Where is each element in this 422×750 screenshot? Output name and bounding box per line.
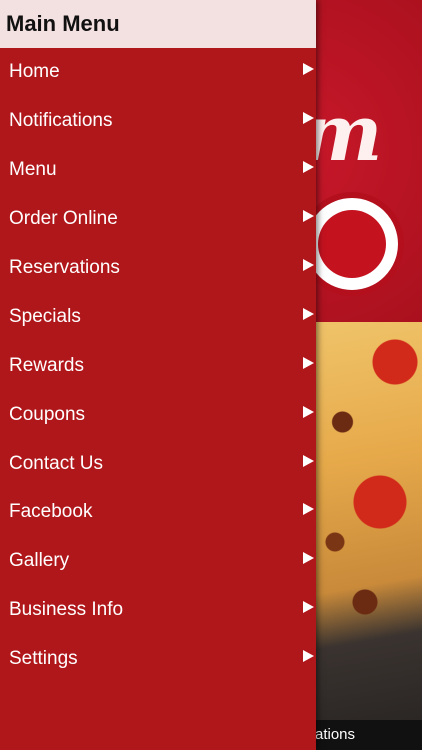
menu-item-label: Order Online — [9, 208, 118, 230]
triangle-right-icon — [303, 112, 314, 125]
triangle-right-icon — [303, 63, 314, 76]
triangle-right-icon — [303, 161, 314, 174]
triangle-right-icon — [303, 454, 314, 467]
triangle-right-icon — [303, 356, 314, 369]
menu-item-label: Menu — [9, 159, 57, 181]
menu-item-label: Facebook — [9, 501, 93, 523]
menu-item-home[interactable]: Home — [0, 48, 316, 97]
triangle-right-icon — [303, 307, 314, 320]
menu-item-rewards[interactable]: Rewards — [0, 341, 316, 390]
menu-item-label: Contact Us — [9, 452, 103, 474]
drawer-header: Main Menu — [0, 0, 316, 48]
menu-item-label: Settings — [9, 648, 78, 670]
menu-item-settings[interactable]: Settings — [0, 635, 316, 684]
drawer-title: Main Menu — [6, 11, 120, 36]
triangle-right-icon — [303, 259, 314, 271]
menu-item-label: Notifications — [9, 110, 113, 132]
menu-item-label: Rewards — [9, 354, 84, 376]
menu-item-menu[interactable]: Menu — [0, 146, 316, 195]
menu-item-facebook[interactable]: Facebook — [0, 488, 316, 537]
triangle-right-icon — [303, 503, 314, 516]
menu-item-label: Business Info — [9, 599, 124, 621]
main-menu-drawer: Main Menu Home Notifications Menu Order … — [0, 0, 316, 750]
menu-item-label: Coupons — [9, 403, 86, 425]
menu-item-order-online[interactable]: Order Online — [0, 195, 316, 244]
triangle-right-icon — [303, 405, 314, 418]
triangle-right-icon — [303, 601, 314, 614]
menu-item-gallery[interactable]: Gallery — [0, 537, 316, 586]
menu-item-label: Home — [9, 61, 60, 83]
menu-item-specials[interactable]: Specials — [0, 292, 316, 341]
menu-list: Home Notifications Menu Order Online Res… — [0, 48, 316, 684]
menu-item-notifications[interactable]: Notifications — [0, 97, 316, 146]
menu-item-reservations[interactable]: Reservations — [0, 244, 316, 293]
triangle-right-icon — [303, 210, 314, 223]
menu-item-label: Specials — [9, 305, 81, 327]
menu-item-label: Gallery — [9, 550, 70, 572]
menu-item-coupons[interactable]: Coupons — [0, 390, 316, 439]
triangle-right-icon — [303, 552, 314, 565]
menu-item-label: Reservations — [9, 257, 120, 278]
menu-item-contact-us[interactable]: Contact Us — [0, 439, 316, 488]
menu-item-business-info[interactable]: Business Info — [0, 586, 316, 635]
triangle-right-icon — [303, 650, 314, 663]
